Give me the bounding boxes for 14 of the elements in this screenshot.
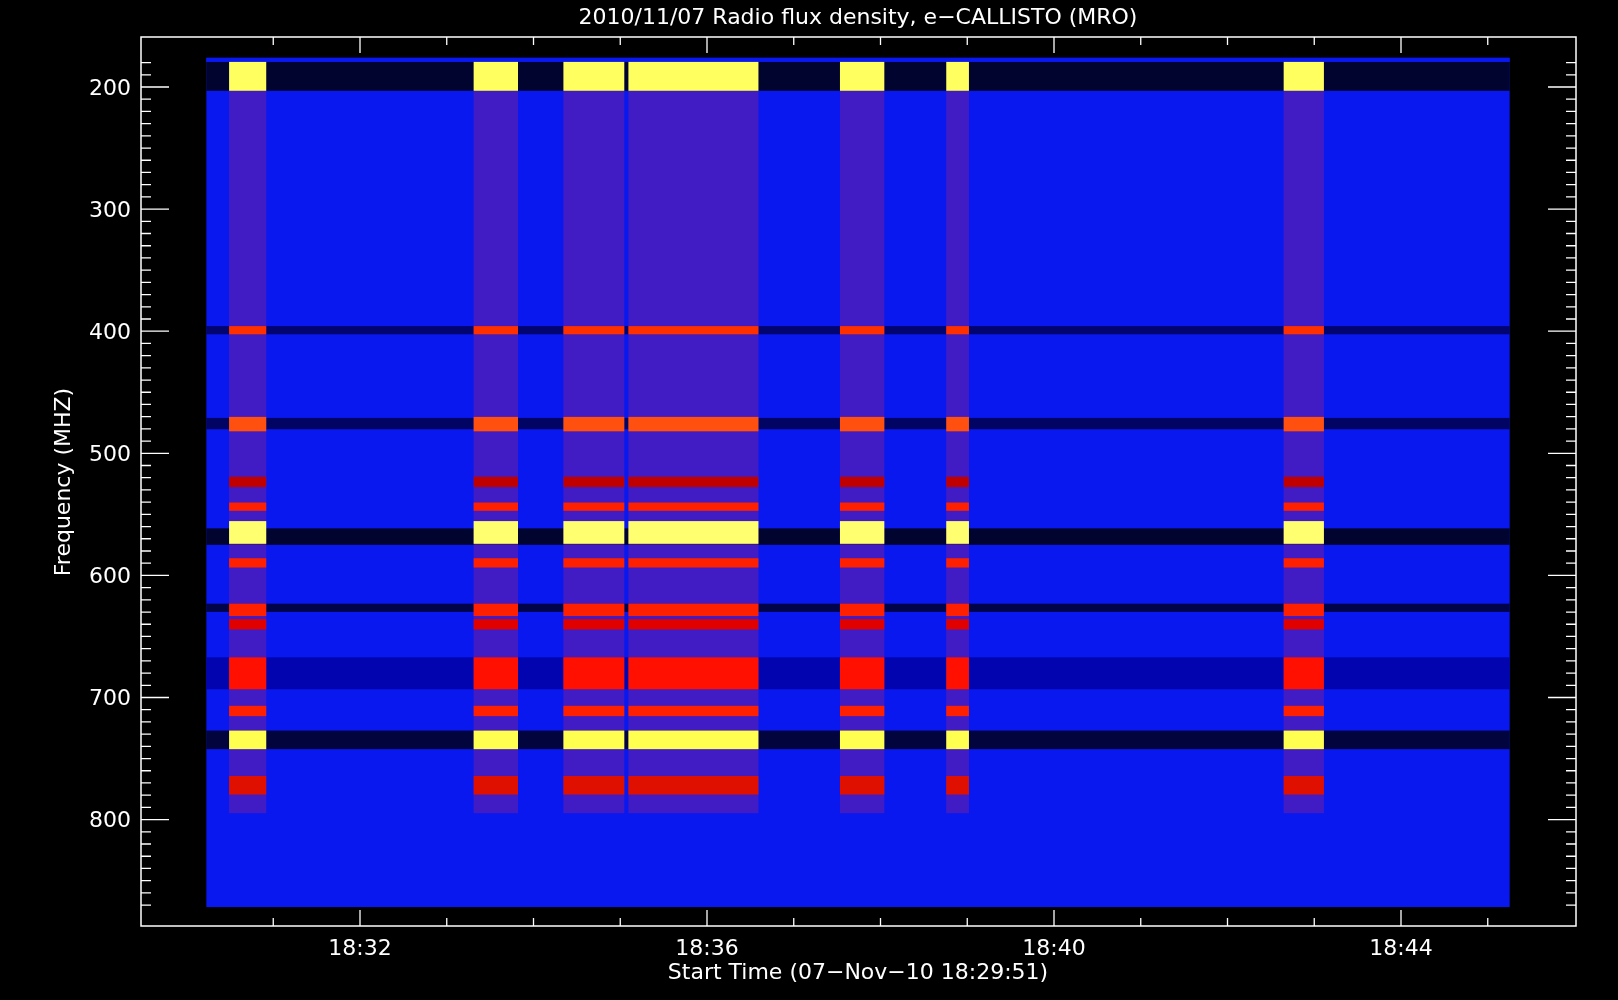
chart-title: 2010/11/07 Radio flux density, e−CALLISTO (MRO) — [578, 4, 1138, 29]
x-tick-label: 18:40 — [1022, 935, 1086, 960]
y-tick-label: 600 — [89, 563, 131, 588]
y-axis-label: Frequency (MHZ) — [50, 387, 75, 577]
x-axis-label: Start Time (07−Nov−10 18:29:51) — [667, 959, 1049, 984]
y-tick-label: 700 — [89, 685, 131, 710]
y-tick-label: 800 — [89, 807, 131, 832]
x-tick-label: 18:44 — [1369, 935, 1433, 960]
y-tick-label: 200 — [89, 75, 131, 100]
x-tick-label: 18:32 — [328, 935, 392, 960]
y-tick-label: 400 — [89, 319, 131, 344]
y-tick-label: 300 — [89, 197, 131, 222]
x-tick-label: 18:36 — [675, 935, 739, 960]
y-tick-label: 500 — [89, 441, 131, 466]
